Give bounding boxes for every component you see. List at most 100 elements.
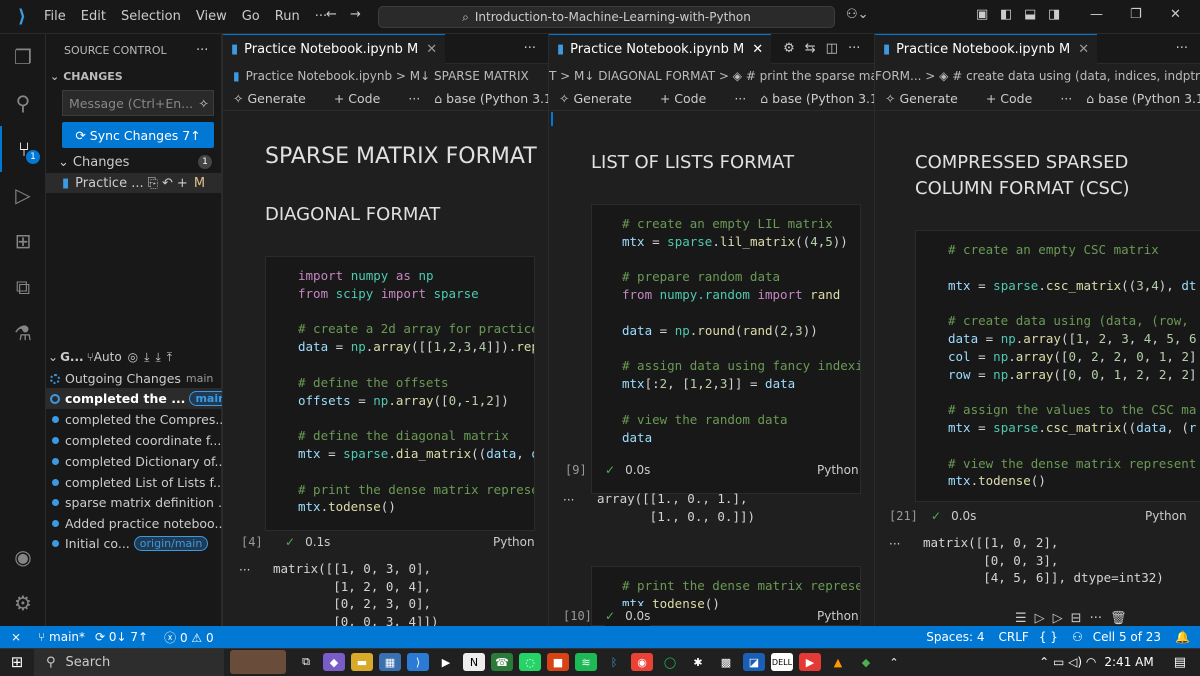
problems-status[interactable]: ⓧ 0 ⚠ 0 (164, 629, 214, 646)
media-player-icon[interactable]: ▶ (435, 653, 457, 671)
indentation-status[interactable]: Spaces: 4 (926, 630, 984, 644)
close-tab-icon[interactable]: ✕ (1078, 42, 1089, 57)
back-arrow-icon[interactable]: ← (326, 7, 337, 22)
app-ring-icon[interactable]: ◯ (659, 653, 681, 671)
output-actions-icon[interactable]: ··· (239, 560, 250, 580)
bluetooth-icon[interactable]: ᛒ (603, 653, 625, 671)
more-icon[interactable]: ··· (408, 91, 420, 106)
clock[interactable]: 2:41 AM (1104, 655, 1153, 669)
more-icon[interactable]: ··· (1060, 91, 1072, 106)
more-actions-icon[interactable]: ··· (196, 40, 216, 60)
cell-language[interactable]: Python (817, 460, 859, 480)
restore-icon[interactable]: ❐ (1130, 7, 1142, 22)
search-activity-icon[interactable]: ⚲ (0, 80, 46, 126)
account-icon[interactable]: ◉ (0, 534, 46, 580)
changes-group[interactable]: ⌄ Changes 1 (46, 152, 222, 172)
dell-icon[interactable]: DELL (771, 653, 793, 671)
breadcrumb[interactable]: FORM... > ◈ # create data using (data, i… (875, 65, 1200, 87)
copilot-status-icon[interactable]: ⚇ (1072, 630, 1083, 644)
git-app-icon[interactable]: ◆ (855, 653, 877, 671)
news-widget[interactable] (230, 650, 286, 674)
run-below-icon[interactable]: ▷ (1053, 611, 1063, 626)
copilot-icon[interactable]: ⚇⌄ (846, 7, 869, 22)
split-cell-icon[interactable]: ⊟ (1071, 611, 1082, 626)
task-view-icon[interactable]: ⧉ (295, 653, 317, 671)
vlc-icon[interactable]: ▲ (827, 653, 849, 671)
commit-row[interactable]: sparse matrix definition ... (46, 492, 222, 513)
delete-cell-icon[interactable]: 🗑 (1110, 611, 1127, 626)
commit-row[interactable]: Initial co... origin/main (46, 533, 222, 554)
commit-row[interactable]: completed List of Lists f... (46, 472, 222, 493)
taskbar-search[interactable]: ⚲ Search (34, 648, 224, 676)
code-cell[interactable]: # create an empty LIL matrix mtx = spars… (591, 204, 861, 494)
file-explorer-icon[interactable]: ▬ (351, 653, 373, 671)
menu-file[interactable]: File (44, 9, 66, 24)
testing-icon[interactable]: ⚗ (0, 310, 46, 356)
run-above-icon[interactable]: ☰ (1015, 611, 1027, 626)
open-file-icon[interactable]: ⎘ (148, 176, 158, 191)
menu-go[interactable]: Go (242, 9, 260, 24)
generate-button[interactable]: ✧ Generate (885, 91, 972, 106)
windows-start-icon[interactable]: ⊞ (0, 653, 34, 671)
eol-status[interactable]: CRLF (999, 630, 1029, 644)
more-actions-icon[interactable]: ··· (1176, 41, 1188, 56)
store-icon[interactable]: ▦ (379, 653, 401, 671)
add-code-button[interactable]: + Code (986, 91, 1046, 106)
changes-section-header[interactable]: ⌄ CHANGES (46, 66, 222, 86)
sparkle-icon[interactable]: ✧ (199, 96, 209, 111)
vscode-taskbar-icon[interactable]: ⟩ (407, 653, 429, 671)
generate-button[interactable]: ✧ Generate (559, 91, 646, 106)
branch-status[interactable]: ⑂ main* (38, 630, 85, 644)
stage-icon[interactable]: + (177, 176, 188, 191)
more-actions-icon[interactable]: ··· (524, 41, 536, 56)
code-editor[interactable]: # create an empty LIL matrix mtx = spars… (622, 215, 860, 446)
toggle-secondary-sidebar-icon[interactable]: ◨ (1048, 7, 1060, 22)
qr-app-icon[interactable]: ▩ (715, 653, 737, 671)
close-window-icon[interactable]: ✕ (1170, 7, 1181, 22)
output-actions-icon[interactable]: ··· (889, 534, 900, 554)
menu-edit[interactable]: Edit (81, 9, 106, 24)
notifications-icon[interactable]: 🔔 (1175, 630, 1190, 644)
outgoing-changes-row[interactable]: Outgoing Changes main (46, 368, 222, 389)
breadcrumb[interactable]: ▮ Practice Notebook.ipynb > M↓ SPARSE MAT… (223, 65, 548, 87)
target-icon[interactable]: ◎ (128, 350, 138, 364)
fetch-icon[interactable]: ⤓ (144, 350, 149, 365)
close-tab-icon[interactable]: ✕ (752, 42, 763, 57)
kernel-picker[interactable]: ⌂ base (Python 3.11.5) (434, 91, 548, 106)
tab-practice-notebook[interactable]: ▮ Practice Notebook.ipynb M ✕ (549, 34, 772, 64)
cell-language[interactable]: Python (493, 532, 535, 552)
app-icon[interactable]: ■ (547, 653, 569, 671)
code-editor[interactable]: # create an empty CSC matrix mtx = spars… (948, 241, 1197, 490)
compare-icon[interactable]: ⇆ (805, 41, 816, 56)
cell-language[interactable]: Python (1145, 506, 1187, 526)
more-actions-icon[interactable]: ··· (848, 41, 860, 56)
cell-language[interactable]: Python (817, 606, 859, 626)
system-tray[interactable]: ⌃ ▭ ◁) ◠ (1039, 655, 1096, 669)
copilot-app-icon[interactable]: ◆ (323, 653, 345, 671)
commit-row[interactable]: Added practice noteboo... (46, 513, 222, 534)
explorer-icon[interactable]: ❐ (0, 34, 46, 80)
run-debug-icon[interactable]: ▷ (0, 172, 46, 218)
push-icon[interactable]: ⤒ (167, 350, 172, 365)
spotify-icon[interactable]: ≋ (575, 653, 597, 671)
split-editor-icon[interactable]: ◫ (826, 41, 838, 56)
extensions-icon[interactable]: ⊞ (0, 218, 46, 264)
commit-row[interactable]: completed coordinate f... (46, 430, 222, 451)
commit-row[interactable]: completed the Compres... (46, 409, 222, 430)
kernel-picker[interactable]: ⌂ base (Python 3.11.5) (760, 91, 874, 106)
toggle-sidebar-icon[interactable]: ◧ (1000, 7, 1012, 22)
code-cell[interactable]: # create an empty CSC matrix mtx = spars… (915, 230, 1200, 502)
tab-practice-notebook[interactable]: ▮ Practice Notebook.ipynb M ✕ (223, 34, 446, 64)
add-code-button[interactable]: + Code (660, 91, 720, 106)
cell-position-status[interactable]: Cell 5 of 23 (1093, 630, 1161, 644)
commit-message-input[interactable]: Message (Ctrl+En... ✧ (62, 90, 214, 116)
source-control-icon[interactable]: ⑂ 1 (0, 126, 46, 172)
discard-icon[interactable]: ↶ (162, 176, 173, 191)
tray-expand-icon[interactable]: ⌃ (883, 653, 905, 671)
commit-row[interactable]: completed the ...main (46, 388, 222, 409)
close-tab-icon[interactable]: ✕ (426, 42, 437, 57)
menu-selection[interactable]: Selection (121, 9, 181, 24)
code-cell[interactable]: import numpy as np from scipy import spa… (265, 256, 535, 531)
kernel-picker[interactable]: ⌂ base (Python 3.11.5) (1086, 91, 1200, 106)
screenshot-app-icon[interactable]: ◪ (743, 653, 765, 671)
